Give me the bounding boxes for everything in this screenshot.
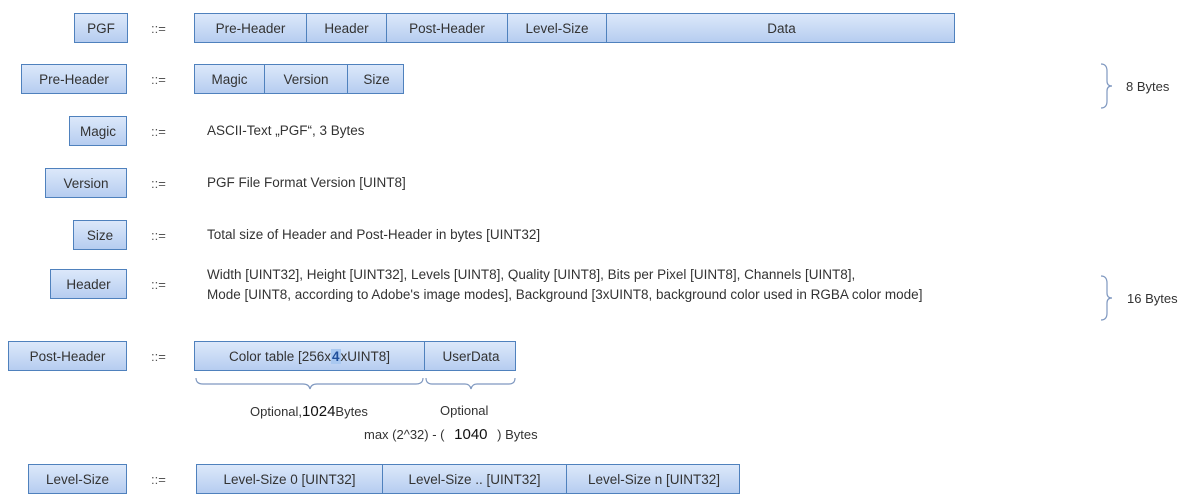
magic-label-box: Magic xyxy=(69,116,127,146)
color-table-highlighted-digit: 4 xyxy=(331,348,341,364)
preheader-part-magic: Magic xyxy=(195,65,265,93)
preheader-label-box: Pre-Header xyxy=(21,64,127,94)
size-defines-sign: ::= xyxy=(151,228,166,243)
version-description: PGF File Format Version [UINT8] xyxy=(207,175,406,190)
size-description: Total size of Header and Post-Header in … xyxy=(207,227,541,242)
postheader-defines-sign: ::= xyxy=(151,349,166,364)
header-size-brace xyxy=(1100,275,1113,321)
preheader-defines-sign: ::= xyxy=(151,72,166,87)
header-label-box: Header xyxy=(50,269,127,299)
postheader-part-color-table: Color table [256x 4 xUINT8] xyxy=(195,342,425,370)
levelsize-part-middle: Level-Size .. [UINT32] xyxy=(383,465,567,493)
header-label: Header xyxy=(66,276,111,292)
postheader-label-box: Post-Header xyxy=(8,341,127,371)
userdata-max-bytes-value: 1040 xyxy=(454,426,488,443)
color-table-brace xyxy=(195,377,424,390)
preheader-size-brace xyxy=(1100,63,1113,109)
userdata-optional-note: Optional xyxy=(440,403,489,418)
preheader-part-version: Version xyxy=(265,65,348,93)
preheader-label: Pre-Header xyxy=(39,71,109,87)
color-table-bytes-value: 1024 xyxy=(302,403,336,420)
size-label: Size xyxy=(86,227,114,243)
preheader-size-note: 8 Bytes xyxy=(1126,79,1170,94)
pgf-defines-sign: ::= xyxy=(151,21,166,36)
levelsize-structure-bar: Level-Size 0 [UINT32] Level-Size .. [UIN… xyxy=(196,464,740,494)
userdata-max-size-note: max (2^32) - ( 1040 ) Bytes xyxy=(364,426,538,443)
magic-label: Magic xyxy=(79,123,116,139)
pgf-label-box: PGF xyxy=(74,13,128,43)
pgf-part-data: Data xyxy=(767,20,796,36)
preheader-structure-bar: Magic Version Size xyxy=(194,64,404,94)
postheader-part-userdata: UserData xyxy=(442,348,500,364)
pgf-part-levelsize: Level-Size xyxy=(508,14,607,42)
magic-description: ASCII-Text „PGF“, 3 Bytes xyxy=(207,123,365,138)
levelsize-part-n: Level-Size n [UINT32] xyxy=(587,471,721,487)
header-size-note: 16 Bytes xyxy=(1127,291,1178,306)
version-label-box: Version xyxy=(45,168,127,198)
pgf-part-header: Header xyxy=(307,14,387,42)
levelsize-defines-sign: ::= xyxy=(151,472,166,487)
userdata-brace xyxy=(425,377,516,390)
pgf-structure-bar: Pre-Header Header Post-Header Level-Size… xyxy=(194,13,955,43)
postheader-label: Post-Header xyxy=(29,348,106,364)
magic-defines-sign: ::= xyxy=(151,124,166,139)
pgf-label: PGF xyxy=(87,20,115,36)
header-description-line2: Mode [UINT8, according to Adobe's image … xyxy=(207,287,923,302)
header-defines-sign: ::= xyxy=(151,277,166,292)
header-description-line1: Width [UINT32], Height [UINT32], Levels … xyxy=(207,267,856,282)
version-defines-sign: ::= xyxy=(151,176,166,191)
version-label: Version xyxy=(63,175,109,191)
postheader-structure-bar: Color table [256x 4 xUINT8] UserData xyxy=(194,341,516,371)
levelsize-label: Level-Size xyxy=(45,471,110,487)
color-table-optional-note: Optional,1024Bytes xyxy=(250,403,368,420)
size-label-box: Size xyxy=(73,220,127,250)
pgf-part-preheader: Pre-Header xyxy=(195,14,307,42)
preheader-part-size: Size xyxy=(363,71,390,87)
levelsize-label-box: Level-Size xyxy=(28,464,127,494)
pgf-part-postheader: Post-Header xyxy=(387,14,508,42)
levelsize-part-0: Level-Size 0 [UINT32] xyxy=(197,465,383,493)
